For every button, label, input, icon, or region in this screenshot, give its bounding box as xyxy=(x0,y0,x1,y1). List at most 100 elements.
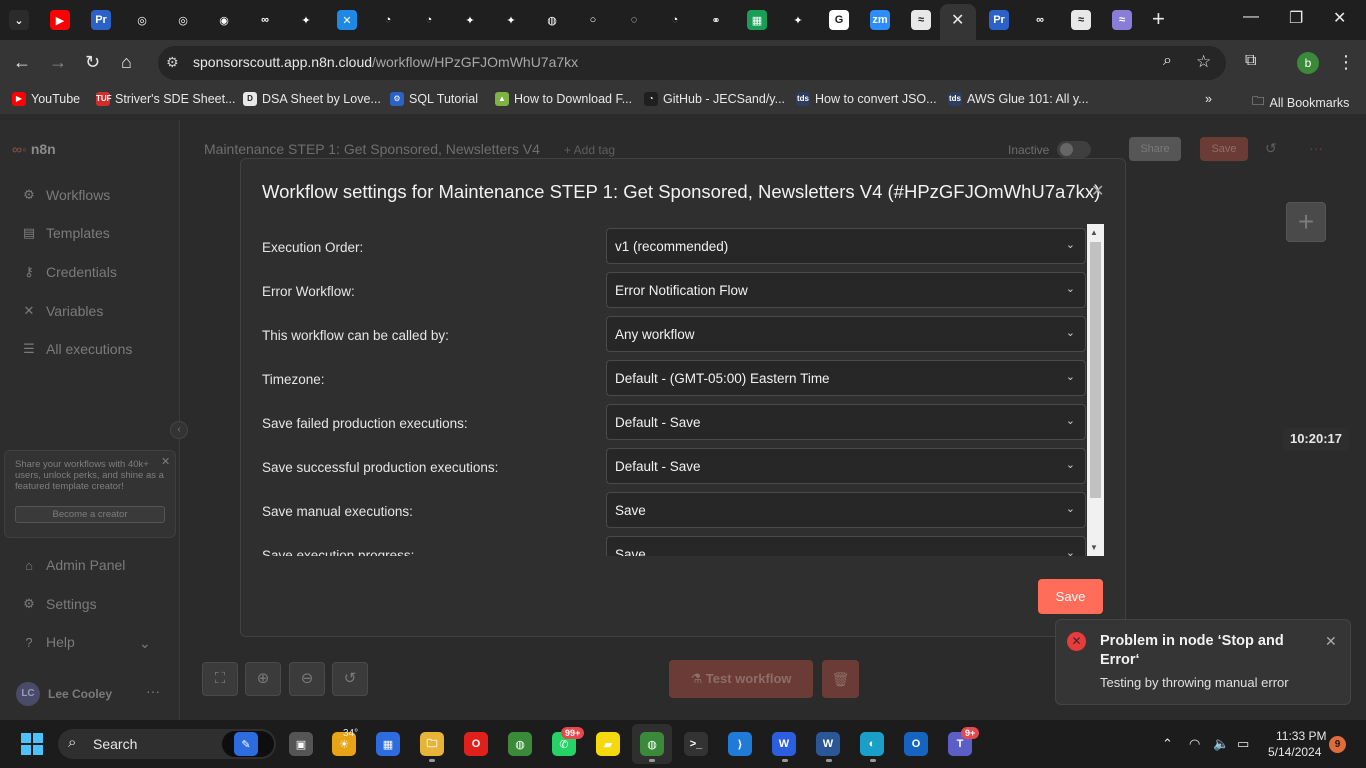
setting-select[interactable]: Save ⌄ xyxy=(606,536,1086,556)
bookmark-item[interactable]: ◔ GitHub - JECSand/y... xyxy=(644,92,785,106)
save-settings-button[interactable]: Save xyxy=(1038,579,1103,614)
loading-tab-icon[interactable]: ◌ xyxy=(624,10,644,30)
tab-close-icon[interactable]: ✕ xyxy=(951,10,964,30)
setting-select[interactable]: Save ⌄ xyxy=(606,492,1086,528)
battery-icon[interactable]: ▭ xyxy=(1237,736,1249,752)
extensions-icon[interactable]: ⧉ xyxy=(1245,52,1256,70)
save-workflow-button[interactable]: Save xyxy=(1200,137,1248,161)
bookmark-item[interactable]: tds AWS Glue 101: All y... xyxy=(948,92,1089,106)
bookmark-item[interactable]: ▶ YouTube xyxy=(12,92,80,106)
bookmark-star-icon[interactable]: ☆ xyxy=(1196,52,1211,72)
clock-time[interactable]: 11:33 PM xyxy=(1276,729,1326,743)
reset-zoom-icon[interactable]: ↺ xyxy=(332,662,368,696)
windows-start-icon[interactable] xyxy=(21,733,43,755)
terminal-icon[interactable]: >_ xyxy=(684,732,708,756)
n8n-tab-icon[interactable]: ≈ xyxy=(911,10,931,30)
setting-select[interactable]: Default - Save ⌄ xyxy=(606,448,1086,484)
profile-avatar[interactable]: b xyxy=(1297,52,1319,74)
toast-close-icon[interactable]: ✕ xyxy=(1325,633,1337,650)
modal-close-icon[interactable]: ✕ xyxy=(1091,181,1104,201)
bookmark-item[interactable]: tds How to convert JSO... xyxy=(796,92,937,106)
premiere-tab-icon[interactable]: Pr xyxy=(91,10,111,30)
promo-close-icon[interactable]: ✕ xyxy=(161,455,170,468)
zoom-out-icon[interactable]: ⊖ xyxy=(289,662,325,696)
zoom-in-icon[interactable]: ⊕ xyxy=(245,662,281,696)
sidebar-item-help[interactable]: ? Help xyxy=(22,634,74,650)
wifi-icon[interactable]: ◠ xyxy=(1189,736,1200,752)
sidebar-item-variables[interactable]: ✕ Variables xyxy=(22,303,104,319)
scrollbar-thumb[interactable] xyxy=(1090,242,1101,498)
setting-select[interactable]: Any workflow ⌄ xyxy=(606,316,1086,352)
sidebar-item-workflows[interactable]: ⚙ Workflows xyxy=(22,187,110,203)
github-tab-icon[interactable]: ◔ xyxy=(665,10,685,30)
openai-tab-icon[interactable]: ✦ xyxy=(460,10,480,30)
chrome-icon[interactable]: ◍ xyxy=(508,732,532,756)
help-chevron-icon[interactable]: ⌄ xyxy=(139,635,151,652)
zoom-tab-icon[interactable]: zm xyxy=(870,10,890,30)
minimize-icon[interactable]: — xyxy=(1243,8,1259,26)
github-tab-icon[interactable]: ◔ xyxy=(378,10,398,30)
app-tab-icon[interactable]: ◉ xyxy=(214,10,234,30)
home-icon[interactable]: ⌂ xyxy=(121,52,132,73)
active-toggle[interactable] xyxy=(1057,141,1091,158)
become-creator-button[interactable]: Become a creator xyxy=(15,506,165,523)
add-node-button[interactable]: + xyxy=(1286,202,1326,242)
history-icon[interactable]: ↺ xyxy=(1265,140,1277,157)
opera-icon[interactable]: O xyxy=(464,732,488,756)
chatgpt-tab-icon[interactable]: ◎ xyxy=(132,10,152,30)
bookmark-item[interactable]: D DSA Sheet by Love... xyxy=(243,92,381,106)
tab-search-icon[interactable]: ⌄ xyxy=(9,10,29,30)
sidebar-item-templates[interactable]: ▤ Templates xyxy=(22,225,110,241)
delete-icon[interactable]: 🗑 xyxy=(822,660,859,698)
fit-view-icon[interactable]: ⛶ xyxy=(202,662,238,696)
file-explorer-icon[interactable]: 🗀 xyxy=(420,732,444,756)
sheets-tab-icon[interactable]: ▦ xyxy=(747,10,767,30)
browser-menu-icon[interactable]: ⋮ xyxy=(1337,52,1355,73)
chrome-profile-icon[interactable]: ◍ xyxy=(640,732,664,756)
sticky-notes-icon[interactable]: ▰ xyxy=(596,732,620,756)
new-tab-icon[interactable]: + xyxy=(1152,6,1165,32)
n8n-logo[interactable]: ∞◦ n8n xyxy=(12,141,56,157)
workflow-title[interactable]: Maintenance STEP 1: Get Sponsored, Newsl… xyxy=(204,141,540,157)
reload-icon[interactable]: ↻ xyxy=(85,52,100,73)
openai-tab-icon[interactable]: ✦ xyxy=(788,10,808,30)
google-tab-icon[interactable]: G xyxy=(829,10,849,30)
link-tab-icon[interactable]: ⚭ xyxy=(706,10,726,30)
zoom-lens-icon[interactable]: ⌕ xyxy=(1163,52,1172,70)
github-tab-icon[interactable]: ◔ xyxy=(419,10,439,30)
word-icon[interactable]: W xyxy=(816,732,840,756)
bookmark-item[interactable]: ⚙ SQL Tutorial xyxy=(390,92,478,106)
youtube-tab-icon[interactable]: ▶ xyxy=(50,10,70,30)
setting-select[interactable]: Error Notification Flow ⌄ xyxy=(606,272,1086,308)
site-info-icon[interactable]: ⚙ xyxy=(166,54,179,71)
sidebar-item-credentials[interactable]: ⚷ Credentials xyxy=(22,264,117,280)
setting-select[interactable]: Default - Save ⌄ xyxy=(606,404,1086,440)
tray-overflow-icon[interactable]: ⌃ xyxy=(1162,736,1173,752)
n8n-tab-icon[interactable]: ≈ xyxy=(1112,10,1132,30)
avatar[interactable]: LC xyxy=(16,682,40,706)
url-text[interactable]: sponsorscoutt.app.n8n.cloud/workflow/HPz… xyxy=(193,54,578,70)
microsoft-store-icon[interactable]: ▦ xyxy=(376,732,400,756)
task-view-icon[interactable]: ▣ xyxy=(289,732,313,756)
wondershare-icon[interactable]: W xyxy=(772,732,796,756)
vscode-icon[interactable]: ⟩ xyxy=(728,732,752,756)
n8n-tab-icon[interactable]: ∞ xyxy=(255,10,275,30)
chrome-tab-icon[interactable]: ◍ xyxy=(542,10,562,30)
openai-tab-icon[interactable]: ✦ xyxy=(501,10,521,30)
sidebar-item-all-executions[interactable]: ☰ All executions xyxy=(22,341,132,357)
bookmark-item[interactable]: ▲ How to Download F... xyxy=(495,92,632,106)
back-icon[interactable]: ← xyxy=(13,52,31,73)
make-tab-icon[interactable]: ✕ xyxy=(337,10,357,30)
clock-date[interactable]: 5/14/2024 xyxy=(1268,745,1321,759)
chatgpt-tab-icon[interactable]: ◎ xyxy=(173,10,193,30)
user-menu-icon[interactable]: ··· xyxy=(146,683,160,699)
n8n-tab-icon[interactable]: ≈ xyxy=(1071,10,1091,30)
test-workflow-button[interactable]: ⚗ Test workflow xyxy=(669,660,813,698)
setting-select[interactable]: Default - (GMT-05:00) Eastern Time ⌄ xyxy=(606,360,1086,396)
collapse-sidebar-icon[interactable]: ‹ xyxy=(170,421,188,439)
sidebar-item-settings[interactable]: ⚙ Settings xyxy=(22,596,96,612)
bookmarks-overflow-icon[interactable]: » xyxy=(1205,92,1212,106)
widget-app-icon[interactable]: ✎ xyxy=(234,732,258,756)
bookmark-item[interactable]: TUF Striver's SDE Sheet... xyxy=(96,92,235,106)
volume-icon[interactable]: 🔈 xyxy=(1213,736,1229,752)
